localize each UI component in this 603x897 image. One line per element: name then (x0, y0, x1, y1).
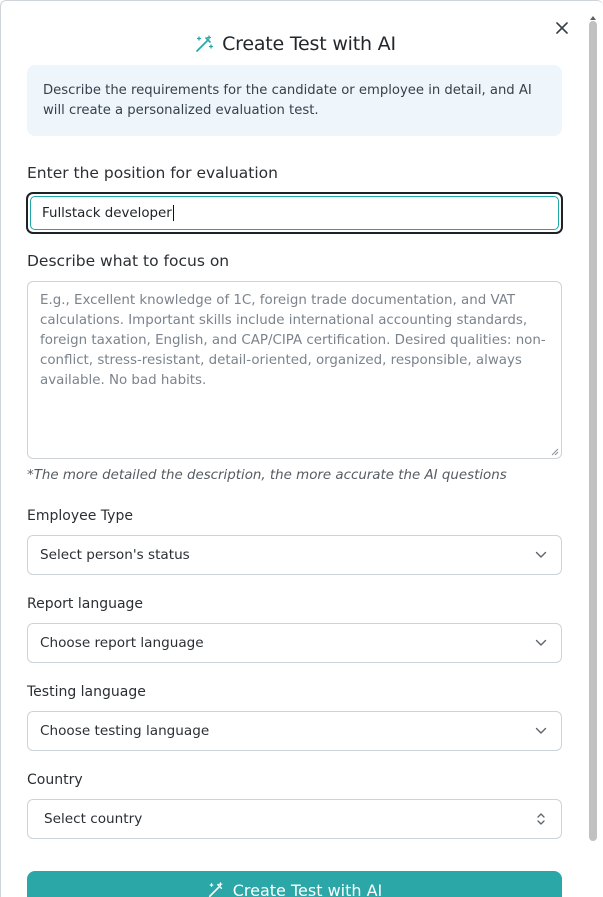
chevron-down-icon (535, 637, 547, 649)
testing-language-value: Choose testing language (40, 723, 210, 739)
chevron-up-down-icon (535, 813, 547, 825)
focus-label: Describe what to focus on (27, 252, 230, 270)
chevron-down-icon (535, 549, 547, 561)
testing-language-select[interactable]: Choose testing language (27, 711, 562, 751)
report-language-value: Choose report language (40, 635, 204, 651)
scrollbar-thumb[interactable] (589, 21, 597, 841)
info-box: Describe the requirements for the candid… (27, 65, 562, 136)
country-label: Country (27, 772, 83, 788)
create-test-dialog: Create Test with AI Describe the require… (0, 0, 603, 897)
position-input[interactable]: Fullstack developer (26, 192, 563, 234)
dialog-title: Create Test with AI (1, 29, 589, 59)
testing-language-label: Testing language (27, 684, 146, 700)
report-language-select[interactable]: Choose report language (27, 623, 562, 663)
employee-type-select[interactable]: Select person's status (27, 535, 562, 575)
magic-wand-icon (196, 35, 214, 52)
resize-grip-icon[interactable] (551, 448, 559, 456)
magic-wand-icon (208, 882, 223, 897)
employee-type-label: Employee Type (27, 508, 133, 524)
position-input-value: Fullstack developer (42, 205, 172, 221)
report-language-label: Report language (27, 596, 144, 612)
text-caret (172, 205, 174, 221)
focus-textarea[interactable]: E.g., Excellent knowledge of 1C, foreign… (27, 281, 562, 459)
country-value: Select country (44, 811, 143, 827)
position-label: Enter the position for evaluation (27, 164, 278, 182)
dialog-title-text: Create Test with AI (222, 33, 396, 55)
focus-textarea-placeholder: E.g., Excellent knowledge of 1C, foreign… (40, 293, 546, 388)
employee-type-value: Select person's status (40, 547, 190, 563)
country-select[interactable]: Select country (27, 799, 562, 839)
scrollbar-up-arrow[interactable] (589, 9, 597, 20)
create-test-button-label: Create Test with AI (232, 881, 383, 897)
chevron-down-icon (535, 725, 547, 737)
create-test-button[interactable]: Create Test with AI (27, 871, 562, 897)
focus-hint: *The more detailed the description, the … (27, 468, 507, 483)
